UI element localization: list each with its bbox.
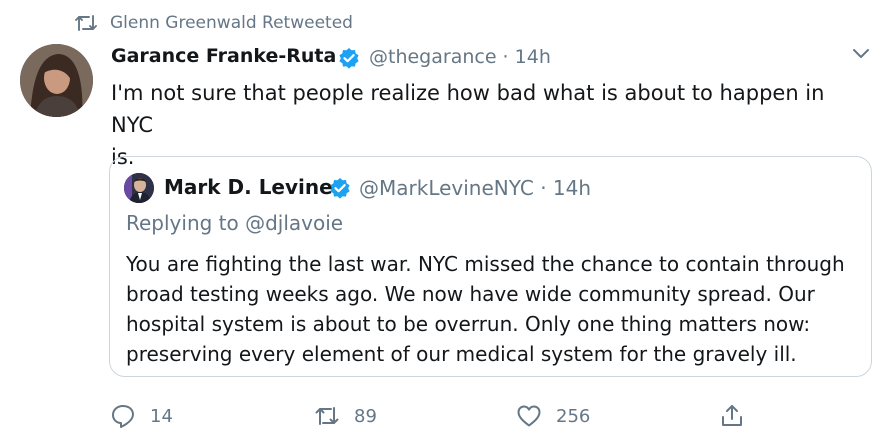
like-button[interactable]: 256: [516, 403, 590, 429]
author-avatar[interactable]: [20, 44, 93, 117]
retweet-icon: [315, 407, 339, 425]
like-count: 256: [556, 405, 591, 427]
verified-badge-icon: [339, 48, 359, 69]
like-icon: [517, 405, 541, 427]
replying-to-label: Replying to @djlavoie: [126, 211, 344, 235]
quoted-author-avatar: [124, 173, 154, 203]
quoted-text-line: preserving every element of our medical …: [126, 342, 797, 366]
author-name[interactable]: Garance Franke-Ruta: [111, 45, 336, 67]
quoted-author-name[interactable]: Mark D. Levine: [164, 175, 333, 199]
retweet-button[interactable]: 89: [314, 403, 377, 429]
author-handle-time: @thegarance · 14h: [369, 46, 551, 68]
tweet-text-line: I'm not sure that people realize how bad…: [111, 81, 825, 137]
reply-count: 14: [150, 405, 173, 427]
quoted-author-handle-time: @MarkLevineNYC · 14h: [359, 176, 592, 200]
quoted-text-line: You are fighting the last war. NYC misse…: [126, 252, 845, 276]
retweet-count: 89: [354, 405, 377, 427]
chevron-down-icon[interactable]: [848, 44, 874, 64]
quoted-text-line: hospital system is about to be overrun. …: [126, 312, 811, 336]
share-button[interactable]: [719, 403, 745, 429]
retweeted-by-label: Glenn Greenwald Retweeted: [110, 13, 353, 33]
reply-button[interactable]: 14: [110, 403, 173, 429]
retweet-icon: [75, 15, 97, 31]
verified-badge-icon: [330, 178, 350, 199]
share-icon: [722, 405, 742, 426]
reply-icon: [112, 405, 134, 428]
quoted-tweet-text: You are fighting the last war. NYC misse…: [126, 249, 866, 369]
quoted-text-line: broad testing weeks ago. We now have wid…: [126, 282, 815, 306]
